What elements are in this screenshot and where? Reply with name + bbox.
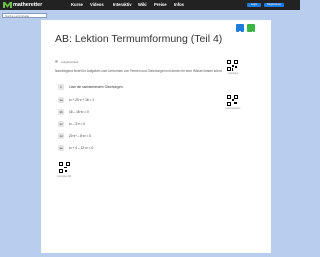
task-number: 1e — [58, 145, 64, 151]
qr-caption: Lösungsvideo — [225, 107, 241, 110]
nav-wiki[interactable]: Wiki — [138, 2, 147, 8]
qr-caption: Lösungen — [227, 72, 239, 75]
nav-videos[interactable]: Videos — [90, 2, 104, 8]
nav-kurse[interactable]: Kurse — [71, 2, 83, 8]
nav-preise[interactable]: Preise — [154, 2, 167, 8]
intro-text: Nachfolgend findet ihr Aufgaben zum Umfo… — [55, 69, 223, 73]
task-number: 1a — [58, 97, 64, 103]
nav-interaktiv[interactable]: Interaktiv — [113, 2, 132, 8]
article-card: AB: Lektion Termumformung (Teil 4) Aufga… — [41, 20, 271, 253]
top-navigation-bar: matheretter Kurse Videos Interaktiv Wiki… — [0, 0, 300, 10]
qr-code-icon[interactable] — [59, 162, 70, 173]
task-text: x² + 4 – 12·x² = 0 — [69, 146, 94, 150]
register-button[interactable]: Registrieren — [264, 2, 284, 7]
author-avatar — [55, 60, 58, 63]
task-text: x² – 3·x = 0 — [69, 122, 86, 126]
page-title: AB: Lektion Termumformung (Teil 4) — [55, 33, 223, 45]
qr-caption: Lösungen AB — [56, 175, 72, 178]
login-button[interactable]: Login — [247, 2, 261, 7]
task-number: 1 — [58, 84, 64, 90]
logo-text[interactable]: matheretter — [13, 1, 42, 9]
task-text: 16 – 16·x² = 0 — [69, 110, 89, 114]
print-button[interactable] — [247, 24, 255, 36]
share-button[interactable] — [236, 24, 244, 35]
task-text: 20·x⁴ – 8·x² = 0 — [69, 134, 92, 138]
search-input[interactable] — [2, 13, 47, 18]
qr-code-icon[interactable] — [227, 60, 238, 71]
qr-code-icon[interactable] — [227, 95, 238, 106]
logo-m-icon[interactable] — [3, 2, 12, 8]
task-number: 1b — [58, 109, 64, 115]
nav-infos[interactable]: Infos — [174, 2, 184, 8]
task-number: 1c — [58, 121, 64, 127]
print-icon — [248, 31, 254, 36]
task-number: 1d — [58, 133, 64, 139]
task-text: x² + 20·x + 16 = 1 — [69, 98, 95, 102]
task-text: Löse die nachstehenden Gleichungen. — [69, 85, 124, 89]
share-icon — [238, 31, 242, 35]
article-meta: Aufgabenblatt — [61, 60, 79, 64]
